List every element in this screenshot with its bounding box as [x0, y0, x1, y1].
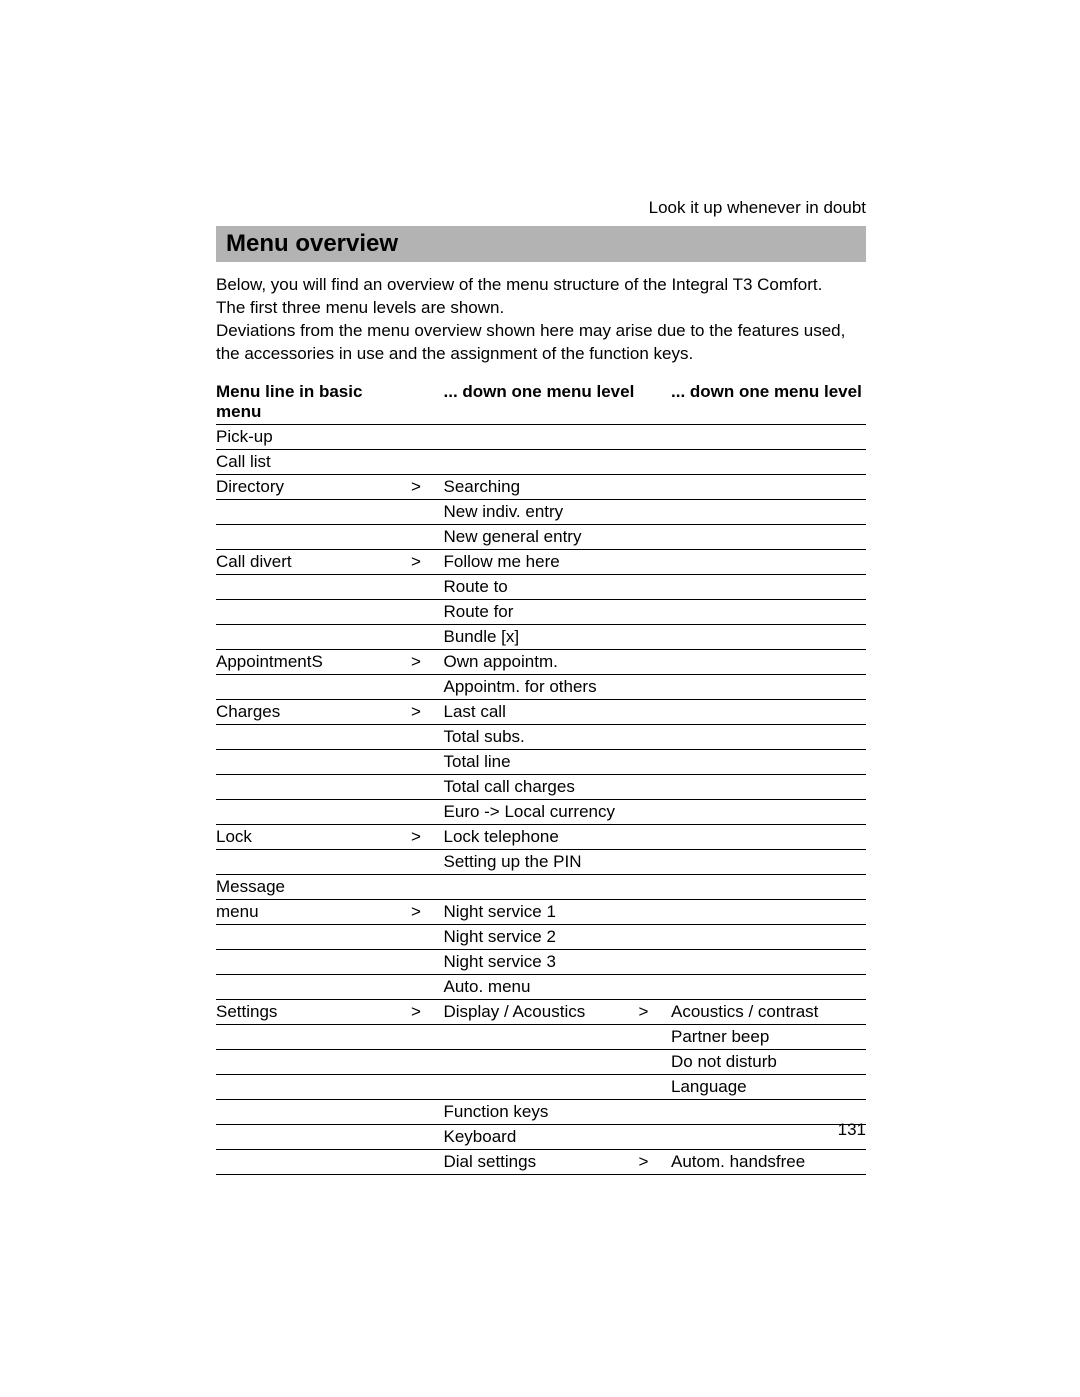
table-row: Euro -> Local currency [216, 799, 866, 824]
cell: Charges [216, 699, 411, 724]
table-row: Setting up the PIN [216, 849, 866, 874]
cell: Settings [216, 999, 411, 1024]
cell: Route for [444, 599, 639, 624]
section-title: Menu overview [216, 226, 866, 262]
page-content: Look it up whenever in doubt Menu overvi… [216, 198, 866, 1175]
table-row: Total line [216, 749, 866, 774]
table-header-row: Menu line in basic menu ... down one men… [216, 380, 866, 425]
table-row: Call list [216, 449, 866, 474]
table-row: Pick-up [216, 424, 866, 449]
cell: Auto. menu [444, 974, 639, 999]
table-row: Function keys [216, 1099, 866, 1124]
cell: menu [216, 899, 411, 924]
menu-overview-table: Menu line in basic menu ... down one men… [216, 380, 866, 1175]
cell: Keyboard [444, 1124, 639, 1149]
table-row: Night service 3 [216, 949, 866, 974]
expand-marker: > [411, 549, 444, 574]
cell: Total line [444, 749, 639, 774]
cell: New indiv. entry [444, 499, 639, 524]
cell: Do not disturb [671, 1049, 866, 1074]
table-row: Lock>Lock telephone [216, 824, 866, 849]
expand-marker: > [411, 899, 444, 924]
cell: Night service 2 [444, 924, 639, 949]
cell: Display / Acoustics [444, 999, 639, 1024]
table-row: Total call charges [216, 774, 866, 799]
cell: Appointm. for others [444, 674, 639, 699]
cell: Total subs. [444, 724, 639, 749]
table-row: AppointmentS>Own appointm. [216, 649, 866, 674]
table-row: Message [216, 874, 866, 899]
col-header-2: ... down one menu level [444, 380, 639, 425]
cell: Searching [444, 474, 639, 499]
cell: Total call charges [444, 774, 639, 799]
cell: Follow me here [444, 549, 639, 574]
cell: Partner beep [671, 1024, 866, 1049]
expand-marker: > [411, 824, 444, 849]
page-number: 131 [838, 1120, 866, 1140]
cell: Call divert [216, 549, 411, 574]
expand-marker: > [639, 999, 672, 1024]
table-row: Call divert>Follow me here [216, 549, 866, 574]
table-row: Keyboard [216, 1124, 866, 1149]
table-row: Route to [216, 574, 866, 599]
cell: AppointmentS [216, 649, 411, 674]
table-row: Bundle [x] [216, 624, 866, 649]
expand-marker: > [411, 699, 444, 724]
cell: Own appointm. [444, 649, 639, 674]
intro-line: the accessories in use and the assignmen… [216, 344, 693, 363]
table-row: Appointm. for others [216, 674, 866, 699]
cell: Setting up the PIN [444, 849, 639, 874]
table-row: Total subs. [216, 724, 866, 749]
table-row: menu>Night service 1 [216, 899, 866, 924]
cell: Message [216, 874, 411, 899]
table-row: Language [216, 1074, 866, 1099]
running-header: Look it up whenever in doubt [216, 198, 866, 218]
table-row: Do not disturb [216, 1049, 866, 1074]
intro-text: Below, you will find an overview of the … [216, 274, 866, 366]
cell: Night service 3 [444, 949, 639, 974]
cell: New general entry [444, 524, 639, 549]
table-row: Night service 2 [216, 924, 866, 949]
intro-line: The first three menu levels are shown. [216, 298, 504, 317]
cell: Autom. handsfree [671, 1149, 866, 1174]
col-header-3: ... down one menu level [671, 380, 866, 425]
cell: Route to [444, 574, 639, 599]
cell: Pick-up [216, 424, 411, 449]
cell: Euro -> Local currency [444, 799, 639, 824]
col-header-1: Menu line in basic menu [216, 380, 411, 425]
expand-marker: > [411, 999, 444, 1024]
cell: Dial settings [444, 1149, 639, 1174]
table-row: Settings>Display / Acoustics>Acoustics /… [216, 999, 866, 1024]
cell: Lock telephone [444, 824, 639, 849]
cell: Lock [216, 824, 411, 849]
cell: Call list [216, 449, 411, 474]
cell: Directory [216, 474, 411, 499]
expand-marker: > [411, 649, 444, 674]
expand-marker: > [639, 1149, 672, 1174]
expand-marker: > [411, 474, 444, 499]
cell: Night service 1 [444, 899, 639, 924]
cell: Last call [444, 699, 639, 724]
cell: Language [671, 1074, 866, 1099]
table-row: New general entry [216, 524, 866, 549]
intro-line: Below, you will find an overview of the … [216, 275, 822, 294]
table-row: Auto. menu [216, 974, 866, 999]
table-row: Directory>Searching [216, 474, 866, 499]
table-row: Partner beep [216, 1024, 866, 1049]
table-row: Route for [216, 599, 866, 624]
table-row: Charges>Last call [216, 699, 866, 724]
table-row: Dial settings>Autom. handsfree [216, 1149, 866, 1174]
cell: Function keys [444, 1099, 639, 1124]
cell: Acoustics / contrast [671, 999, 866, 1024]
cell: Bundle [x] [444, 624, 639, 649]
intro-line: Deviations from the menu overview shown … [216, 321, 845, 340]
table-row: New indiv. entry [216, 499, 866, 524]
